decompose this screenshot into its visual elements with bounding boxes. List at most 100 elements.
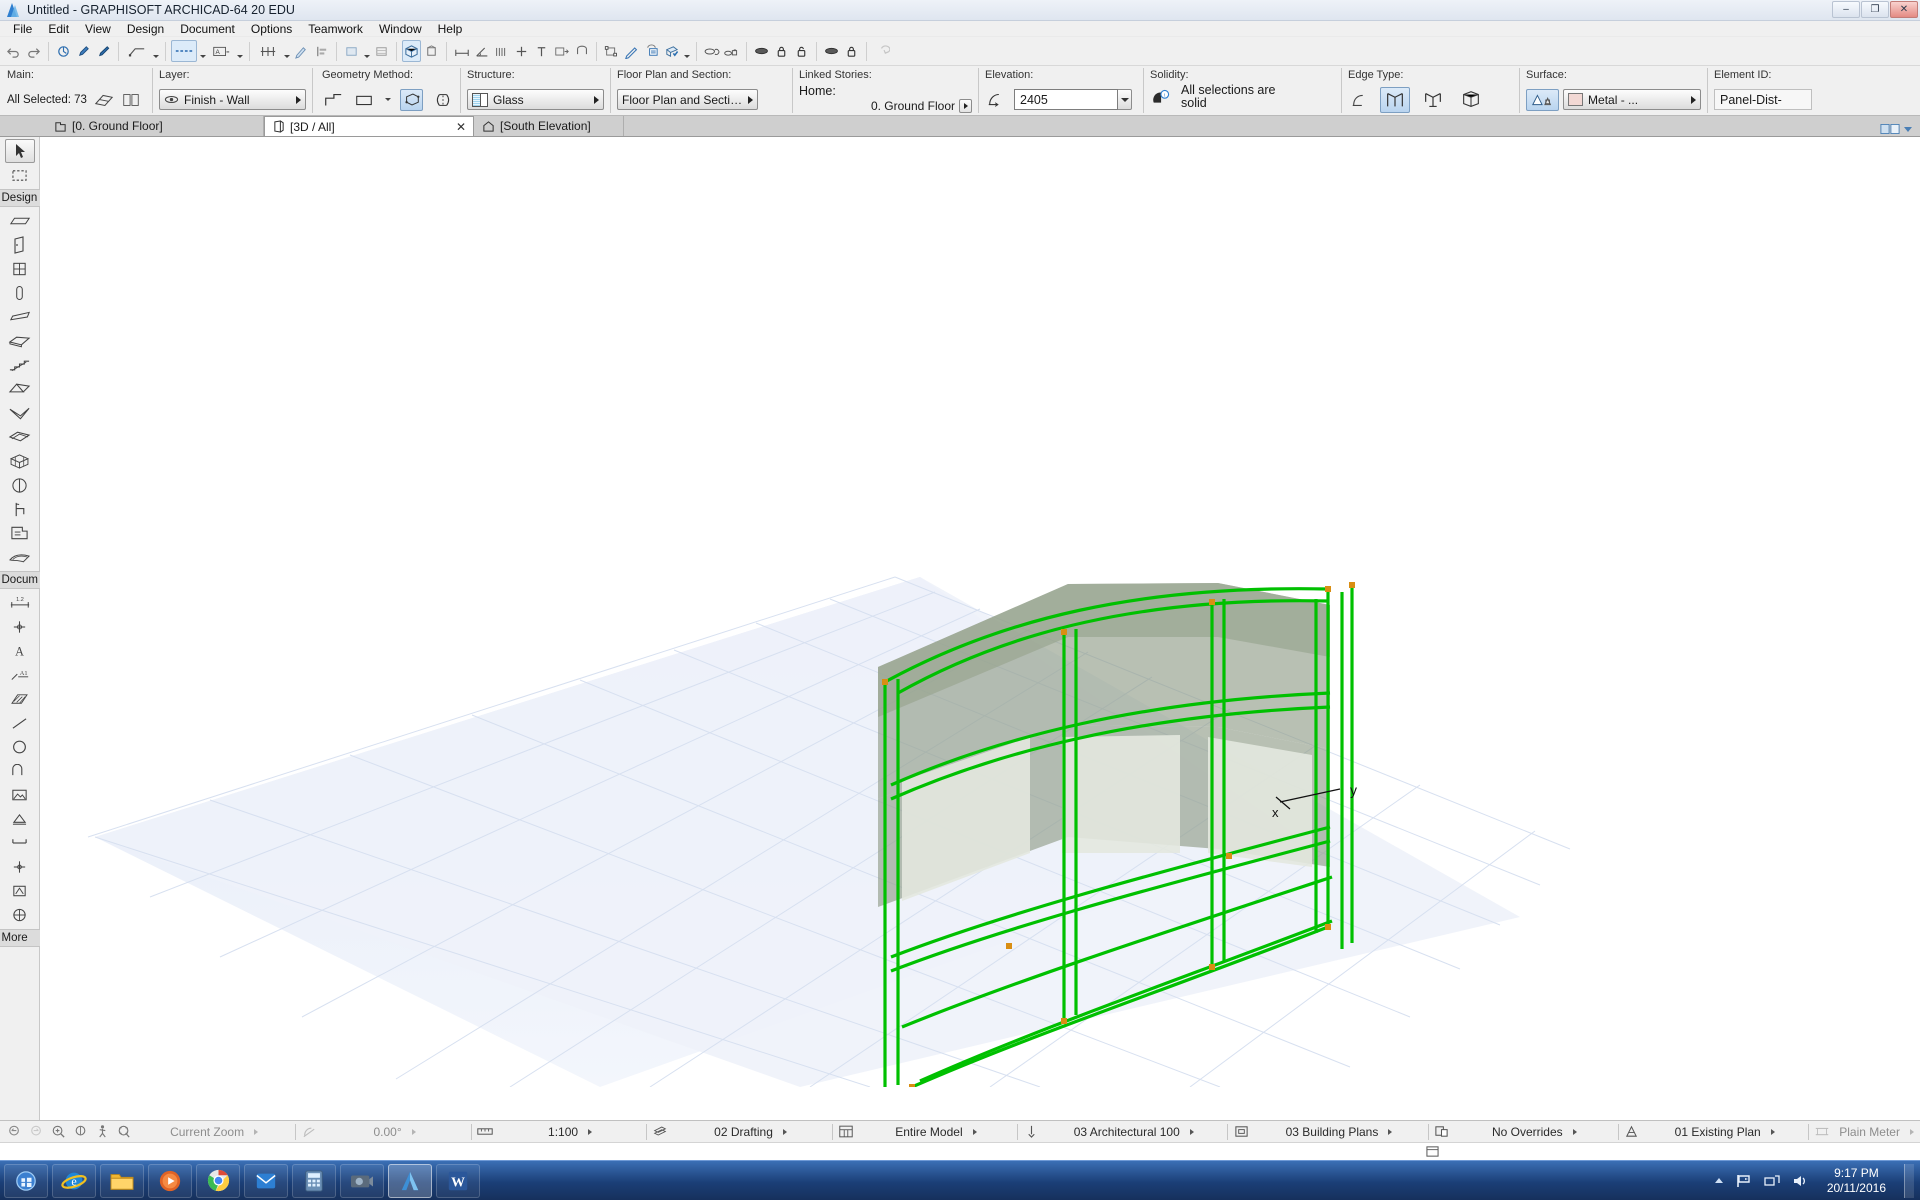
tool-polyline[interactable] <box>5 759 35 783</box>
radial-dimension-icon[interactable] <box>492 40 511 62</box>
tool-curtain-wall[interactable] <box>5 449 35 473</box>
tool-fill[interactable] <box>5 687 35 711</box>
3d-viewport[interactable]: y x <box>40 137 1920 1120</box>
line-type-dropdown-arrow[interactable] <box>198 40 207 62</box>
others-layer-lock-icon[interactable] <box>842 40 861 62</box>
eyedropper-icon[interactable] <box>74 40 93 62</box>
tool-roof[interactable] <box>5 377 35 401</box>
linework-dropdown-arrow[interactable] <box>151 40 160 62</box>
volume-icon[interactable] <box>1791 1173 1809 1189</box>
toolbox-group-more[interactable]: More <box>0 929 40 947</box>
structure-combo[interactable]: Glass <box>467 89 604 110</box>
align-icon[interactable] <box>312 40 331 62</box>
tool-line[interactable] <box>5 711 35 735</box>
redo-icon[interactable] <box>24 40 43 62</box>
measure-icon[interactable] <box>54 40 73 62</box>
level-dimension-icon[interactable] <box>512 40 531 62</box>
toolbox-group-document[interactable]: Docum <box>0 571 40 589</box>
menu-window[interactable]: Window <box>371 21 430 37</box>
renovation-filter-icon[interactable] <box>1621 1122 1643 1142</box>
tool-stair[interactable] <box>5 353 35 377</box>
3d-view-icon[interactable] <box>402 40 421 62</box>
tool-chair-object[interactable] <box>5 497 35 521</box>
tool-slab[interactable] <box>5 329 35 353</box>
tool-dimension[interactable]: 1.2 <box>5 591 35 615</box>
maximize-button[interactable]: ❐ <box>1861 1 1889 18</box>
axonometry-icon[interactable] <box>422 40 441 62</box>
tool-figure[interactable] <box>5 783 35 807</box>
tab-ground-floor[interactable]: [0. Ground Floor] <box>46 116 264 136</box>
tool-door[interactable] <box>5 233 35 257</box>
structure-display-icon[interactable] <box>1230 1122 1252 1142</box>
overrides-field[interactable]: No Overrides <box>1453 1122 1617 1142</box>
overrides-icon[interactable] <box>1431 1122 1453 1142</box>
window-snap-icon[interactable] <box>1425 1145 1440 1158</box>
others-layer-show-icon[interactable] <box>822 40 841 62</box>
edge-type-vertical-icon[interactable] <box>1380 86 1410 113</box>
tool-beam[interactable] <box>5 305 35 329</box>
tile-views-icon[interactable] <box>1880 122 1900 136</box>
word-icon[interactable]: W <box>436 1163 480 1198</box>
structure-display-field[interactable]: 03 Building Plans <box>1252 1122 1426 1142</box>
tab-3d-all[interactable]: [3D / All] ✕ <box>264 116 474 136</box>
show-desktop-button[interactable] <box>1904 1163 1914 1198</box>
scale-field[interactable]: 1:100 <box>496 1122 645 1142</box>
elevation-dimension-icon[interactable] <box>532 40 551 62</box>
network-flag-icon[interactable] <box>1735 1173 1753 1189</box>
tool-hotspot[interactable] <box>5 855 35 879</box>
render-icon[interactable] <box>662 40 681 62</box>
tool-section-marker[interactable] <box>5 831 35 855</box>
pen-edit-icon[interactable] <box>622 40 641 62</box>
prev-zoom-icon[interactable] <box>4 1122 26 1142</box>
line-type-icon[interactable] <box>171 40 197 62</box>
selection-layer-lock-icon[interactable] <box>772 40 791 62</box>
orientation-arrow[interactable] <box>411 1128 416 1135</box>
zoom-in-icon[interactable] <box>48 1122 70 1142</box>
orientation-icon[interactable] <box>298 1122 320 1142</box>
geometry-method-rectangle-icon[interactable] <box>353 89 376 111</box>
menu-edit[interactable]: Edit <box>40 21 77 37</box>
dimension-tool-icon[interactable] <box>452 40 471 62</box>
dimension-unit-arrow[interactable] <box>1909 1128 1914 1135</box>
taskbar-clock[interactable]: 9:17 PM 20/11/2016 <box>1819 1166 1894 1196</box>
pen-set-status-icon[interactable] <box>649 1122 671 1142</box>
pan-icon[interactable] <box>69 1122 91 1142</box>
next-zoom-icon[interactable] <box>26 1122 48 1142</box>
grid-snap-icon[interactable] <box>255 40 281 62</box>
menu-design[interactable]: Design <box>119 21 172 37</box>
tool-morph[interactable] <box>5 425 35 449</box>
curtain-wall-tool-icon[interactable] <box>92 89 116 111</box>
start-button[interactable] <box>4 1163 48 1198</box>
selection-layer-show-icon[interactable] <box>752 40 771 62</box>
menu-help[interactable]: Help <box>430 21 471 37</box>
undo-icon[interactable] <box>4 40 23 62</box>
geometry-method-stepped-icon[interactable] <box>322 89 345 111</box>
menu-file[interactable]: File <box>5 21 40 37</box>
tool-mesh[interactable] <box>5 545 35 569</box>
tab-south-elevation[interactable]: [South Elevation] <box>474 116 624 136</box>
layer-combination-arrow[interactable] <box>1189 1128 1194 1135</box>
calculator-icon[interactable] <box>292 1163 336 1198</box>
geometry-method-dropdown-arrow[interactable] <box>384 91 393 109</box>
solidity-info-icon[interactable]: i <box>1150 84 1174 112</box>
chrome-icon[interactable] <box>196 1163 240 1198</box>
model-view-arrow[interactable] <box>972 1128 977 1135</box>
edge-type-box-icon[interactable] <box>1456 87 1486 113</box>
file-explorer-icon[interactable] <box>100 1163 144 1198</box>
elevation-spinner[interactable] <box>1118 89 1132 110</box>
camera-icon[interactable] <box>340 1163 384 1198</box>
hotlink-icon[interactable] <box>602 40 621 62</box>
edge-type-angled-icon[interactable] <box>1418 87 1448 113</box>
edge-type-none-icon[interactable] <box>1348 89 1372 111</box>
home-story-dropdown-arrow[interactable] <box>959 99 972 113</box>
tool-text[interactable]: A <box>5 639 35 663</box>
surface-combo[interactable]: Metal - ... <box>1563 89 1701 110</box>
tool-object[interactable] <box>5 473 35 497</box>
syringe-icon[interactable] <box>94 40 113 62</box>
tool-label[interactable]: A1 <box>5 663 35 687</box>
fill-style-icon[interactable] <box>342 40 361 62</box>
elevation-reference-icon[interactable] <box>985 89 1009 111</box>
model-view-field[interactable]: Entire Model <box>857 1122 1016 1142</box>
layer-combination-icon[interactable] <box>1020 1122 1042 1142</box>
pen-set-arrow[interactable] <box>782 1128 787 1135</box>
